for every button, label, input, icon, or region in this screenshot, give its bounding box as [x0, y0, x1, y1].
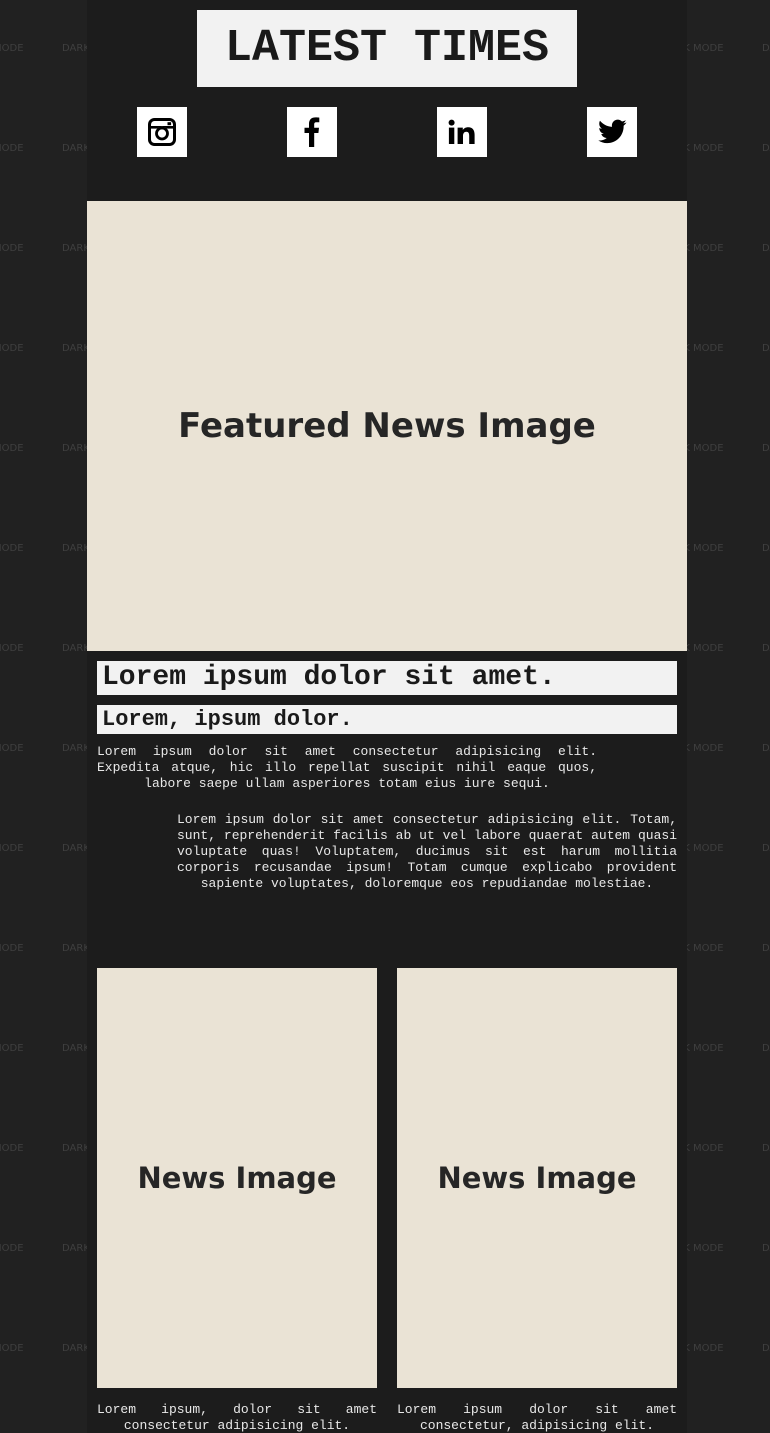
watermark-text: DARK MODE — [0, 343, 24, 354]
facebook-icon — [304, 117, 320, 147]
watermark-text: DARK MODE — [762, 843, 770, 854]
watermark-text: DARK MODE — [762, 1243, 770, 1254]
news-image-label: News Image — [437, 1161, 637, 1195]
watermark-text: DARK MODE — [0, 243, 24, 254]
news-card-image-2[interactable]: News Image — [397, 968, 677, 1388]
featured-intro: Lorem ipsum dolor sit amet consectetur a… — [97, 744, 597, 791]
watermark-text: DARK MODE — [762, 543, 770, 554]
instagram-link[interactable] — [137, 107, 187, 157]
watermark-text: DARK MODE — [762, 643, 770, 654]
watermark-text: DARK MODE — [0, 43, 24, 54]
watermark-text: DARK MODE — [762, 243, 770, 254]
watermark-text: DARK MODE — [762, 1343, 770, 1354]
watermark-text: DARK MODE — [0, 643, 24, 654]
watermark-text: DARK MODE — [762, 343, 770, 354]
news-card-text-1: Lorem ipsum, dolor sit amet consectetur … — [97, 1402, 377, 1433]
watermark-text: DARK MODE — [762, 443, 770, 454]
watermark-text: DARK MODE — [762, 1143, 770, 1154]
news-card-text-2: Lorem ipsum dolor sit amet consectetur, … — [397, 1402, 677, 1433]
twitter-link[interactable] — [587, 107, 637, 157]
featured-subheadline: Lorem, ipsum dolor. — [97, 705, 677, 734]
watermark-text: DARK MODE — [0, 1243, 24, 1254]
watermark-text: DARK MODE — [0, 1043, 24, 1054]
linkedin-icon — [448, 119, 475, 144]
news-image-label: News Image — [137, 1161, 337, 1195]
masthead: LATEST TIMES — [197, 10, 577, 87]
watermark-text: DARK MODE — [0, 743, 24, 754]
watermark-text: DARK MODE — [762, 943, 770, 954]
facebook-link[interactable] — [287, 107, 337, 157]
featured-image-label: Featured News Image — [178, 406, 596, 446]
twitter-icon — [598, 119, 627, 144]
watermark-text: DARK MODE — [762, 143, 770, 154]
watermark-text: DARK MODE — [762, 1043, 770, 1054]
watermark-text: DARK MODE — [762, 43, 770, 54]
watermark-text: DARK MODE — [762, 743, 770, 754]
featured-body: Lorem ipsum dolor sit amet consectetur a… — [177, 812, 677, 891]
featured-headline[interactable]: Lorem ipsum dolor sit amet. — [97, 661, 677, 695]
featured-news-image[interactable]: Featured News Image — [87, 201, 687, 651]
linkedin-link[interactable] — [437, 107, 487, 157]
watermark-text: DARK MODE — [0, 943, 24, 954]
watermark-text: DARK MODE — [0, 1343, 24, 1354]
watermark-text: DARK MODE — [0, 443, 24, 454]
news-card-image-1[interactable]: News Image — [97, 968, 377, 1388]
watermark-text: DARK MODE — [0, 843, 24, 854]
watermark-text: DARK MODE — [0, 543, 24, 554]
watermark-text: DARK MODE — [0, 143, 24, 154]
watermark-text: DARK MODE — [0, 1143, 24, 1154]
newsletter-column: LATEST TIMES Featured News Image Lorem i… — [87, 0, 687, 1433]
site-title: LATEST TIMES — [224, 23, 550, 74]
instagram-icon — [148, 118, 176, 146]
